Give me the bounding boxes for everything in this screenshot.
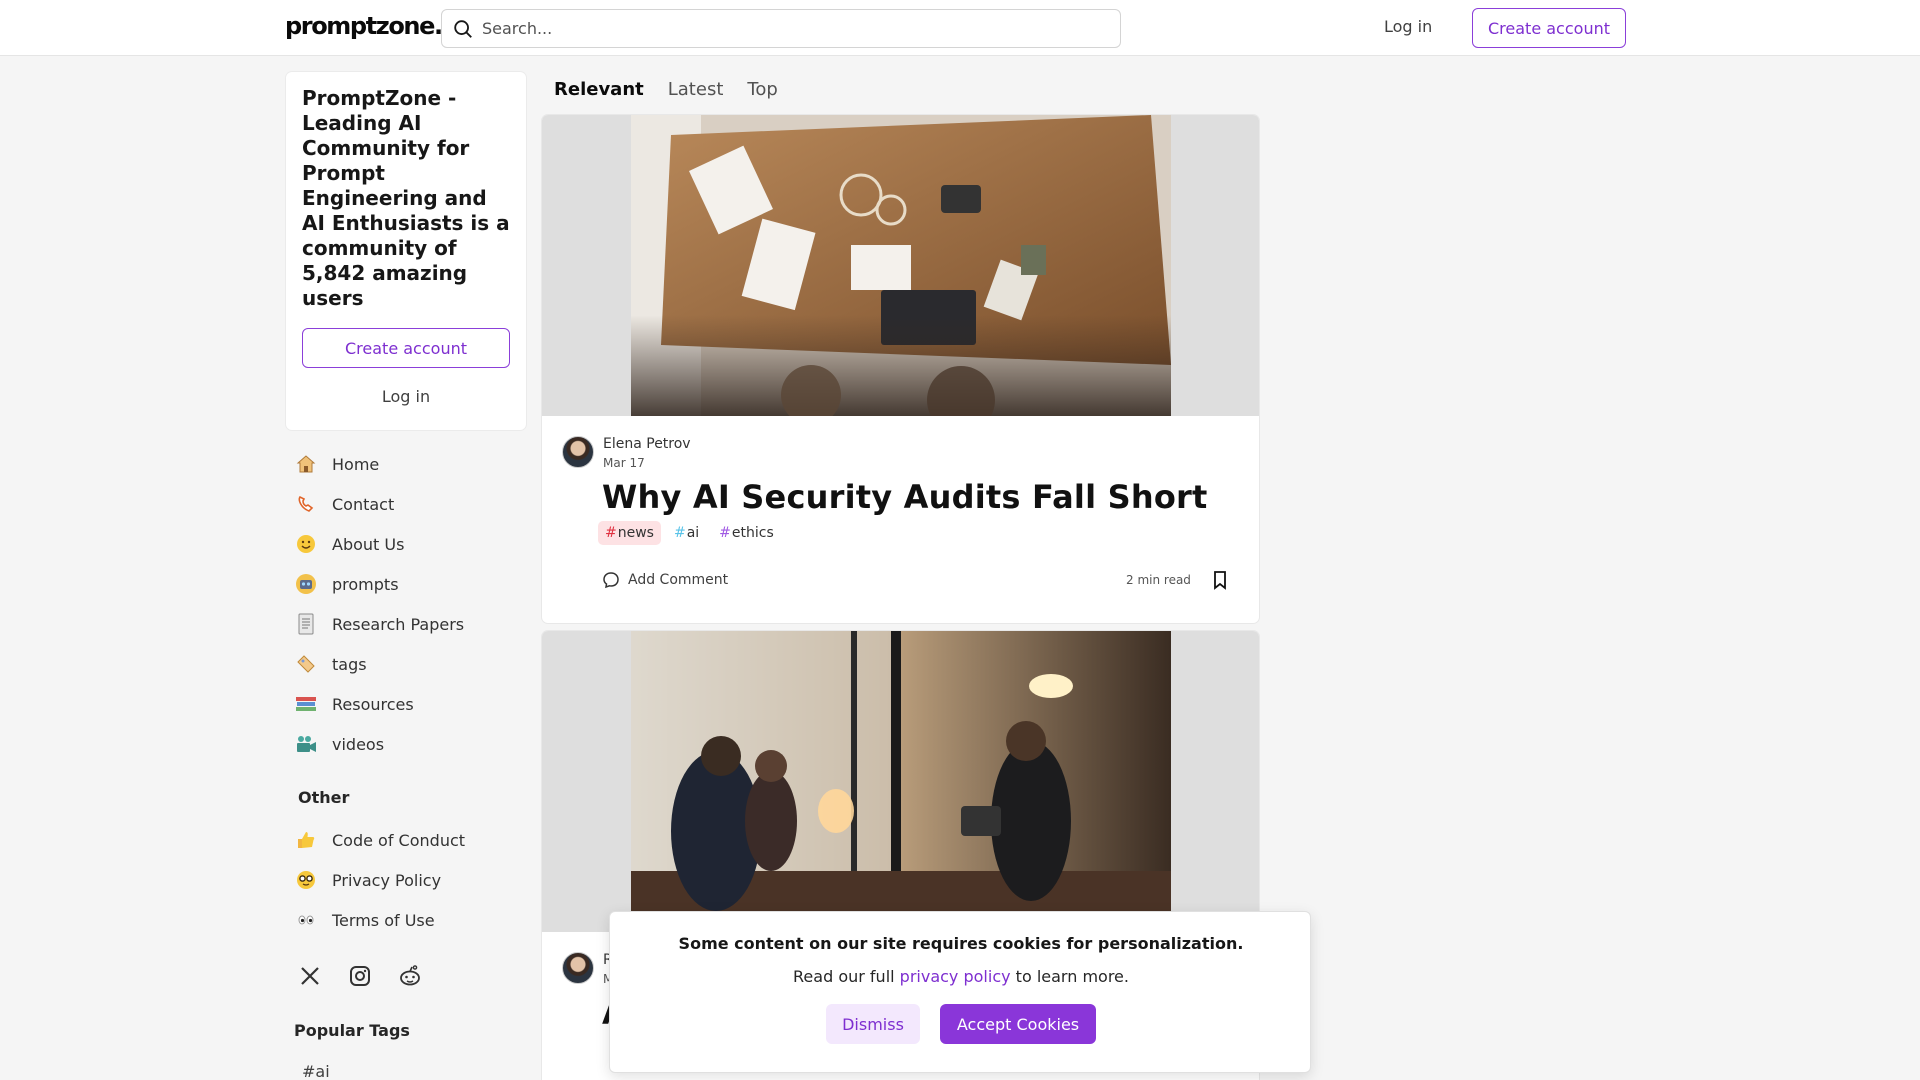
article-cover-image[interactable] xyxy=(631,631,1171,932)
community-intro-card: PromptZone - Leading AI Community for Pr… xyxy=(286,72,526,430)
nerd-face-icon xyxy=(294,868,318,892)
header-create-account-button[interactable]: Create account xyxy=(1472,8,1626,48)
search-icon xyxy=(454,19,472,38)
tag-icon xyxy=(294,652,318,676)
popular-tag-item[interactable]: #ai xyxy=(302,1062,330,1080)
article-title[interactable]: Why AI Security Audits Fall Short xyxy=(602,478,1208,516)
avatar[interactable] xyxy=(562,436,594,468)
intro-login-link[interactable]: Log in xyxy=(302,382,510,410)
sidebar-item-tags[interactable]: tags xyxy=(288,644,528,684)
house-icon xyxy=(294,452,318,476)
top-header: promptzone. Log in Create account xyxy=(0,0,1920,56)
dismiss-button[interactable]: Dismiss xyxy=(826,1004,920,1044)
books-icon xyxy=(294,692,318,716)
accept-cookies-button[interactable]: Accept Cookies xyxy=(940,1004,1096,1044)
sidebar-item-label: Terms of Use xyxy=(332,910,435,930)
intro-create-account-button[interactable]: Create account xyxy=(302,328,510,368)
tag-label: ethics xyxy=(731,525,774,541)
read-time: 2 min read xyxy=(1126,573,1191,587)
tag-label: news xyxy=(617,525,654,541)
article-card[interactable]: Elena Petrov Mar 17 Why AI Security Audi… xyxy=(542,115,1259,623)
bookmark-icon[interactable] xyxy=(1210,570,1230,590)
sidebar-item-prompts[interactable]: prompts xyxy=(288,564,528,604)
cookie-text-after: to learn more. xyxy=(1015,967,1129,986)
sidebar-item-home[interactable]: Home xyxy=(288,444,528,484)
popular-tags-heading: Popular Tags xyxy=(294,1021,410,1040)
cookie-consent-banner: Some content on our site requires cookie… xyxy=(609,911,1311,1073)
sidebar-item-label: About Us xyxy=(332,534,405,554)
avatar[interactable] xyxy=(562,952,594,984)
sidebar-item-code-of-conduct[interactable]: Code of Conduct xyxy=(288,820,528,860)
thumbs-up-icon xyxy=(294,828,318,852)
tag-hash: # xyxy=(673,525,686,541)
article-cover-image[interactable] xyxy=(631,115,1171,416)
social-links xyxy=(296,962,424,990)
sidebar-item-label: videos xyxy=(332,734,385,754)
sidebar-item-about-us[interactable]: About Us xyxy=(288,524,528,564)
cookie-title: Some content on our site requires cookie… xyxy=(678,934,1244,953)
header-login-link[interactable]: Log in xyxy=(1384,17,1432,36)
article-tags: #news #ai #ethics xyxy=(598,521,781,545)
tag-ai[interactable]: #ai xyxy=(667,521,706,545)
sidebar-item-privacy-policy[interactable]: Privacy Policy xyxy=(288,860,528,900)
tag-news[interactable]: #news xyxy=(598,521,661,545)
sidebar-item-label: Resources xyxy=(332,694,414,714)
sidebar-item-research-papers[interactable]: Research Papers xyxy=(288,604,528,644)
feed-tabs: Relevant Latest Top xyxy=(554,79,778,100)
comment-icon xyxy=(603,572,619,589)
article-date: Mar 17 xyxy=(603,456,645,470)
robot-icon xyxy=(294,572,318,596)
tab-latest[interactable]: Latest xyxy=(668,79,724,100)
search-input[interactable] xyxy=(482,19,1082,38)
search-box[interactable] xyxy=(441,9,1121,48)
smiley-icon xyxy=(294,532,318,556)
video-camera-icon xyxy=(294,732,318,756)
document-icon xyxy=(294,612,318,636)
sidebar-item-label: Privacy Policy xyxy=(332,870,442,890)
community-intro-title: PromptZone - Leading AI Community for Pr… xyxy=(302,86,510,310)
reddit-icon[interactable] xyxy=(396,962,424,990)
tag-label: ai xyxy=(686,525,700,541)
sidebar-item-label: tags xyxy=(332,654,367,674)
sidebar-item-label: Code of Conduct xyxy=(332,830,466,850)
x-icon[interactable] xyxy=(296,962,324,990)
sidebar-item-label: Contact xyxy=(332,494,395,514)
sidebar-other-heading: Other xyxy=(298,788,350,807)
sidebar-item-label: Home xyxy=(332,454,380,474)
site-logo[interactable]: promptzone. xyxy=(285,12,443,40)
add-comment-label: Add Comment xyxy=(628,572,729,588)
instagram-icon[interactable] xyxy=(346,962,374,990)
cookie-text-before: Read our full xyxy=(793,967,895,986)
sidebar-item-label: prompts xyxy=(332,574,399,594)
sidebar-nav: Home Contact About Us prompts Research P… xyxy=(288,444,528,764)
add-comment-button[interactable]: Add Comment xyxy=(602,571,728,589)
privacy-policy-link[interactable]: privacy policy xyxy=(900,967,1011,986)
phone-icon xyxy=(294,492,318,516)
tab-relevant[interactable]: Relevant xyxy=(554,79,644,100)
tag-hash: # xyxy=(719,525,731,541)
sidebar-item-contact[interactable]: Contact xyxy=(288,484,528,524)
sidebar-item-resources[interactable]: Resources xyxy=(288,684,528,724)
sidebar-other-nav: Code of Conduct Privacy Policy Terms of … xyxy=(288,820,528,940)
sidebar-item-terms-of-use[interactable]: Terms of Use xyxy=(288,900,528,940)
eyes-icon xyxy=(294,908,318,932)
sidebar-item-label: Research Papers xyxy=(332,614,465,634)
article-author[interactable]: Elena Petrov xyxy=(603,436,691,452)
cookie-message: Read our full privacy policy to learn mo… xyxy=(610,967,1312,986)
tag-hash: # xyxy=(605,525,617,541)
sidebar-item-videos[interactable]: videos xyxy=(288,724,528,764)
tag-ethics[interactable]: #ethics xyxy=(712,521,781,545)
tab-top[interactable]: Top xyxy=(747,79,777,100)
